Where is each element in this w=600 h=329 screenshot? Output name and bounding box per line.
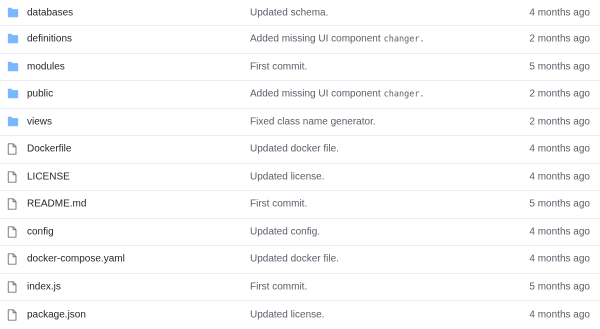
commit-message-link[interactable]: Updated schema. — [250, 7, 331, 18]
commit-message-text: Updated docker file. — [250, 253, 339, 265]
commit-age: 4 months ago — [529, 7, 590, 18]
commit-age: 2 months ago — [529, 116, 590, 128]
file-name-link[interactable]: modules — [27, 61, 65, 72]
commit-message-text: First commit. — [250, 281, 308, 293]
commit-age: 4 months ago — [529, 171, 590, 183]
commit-message-code: changer. — [383, 34, 425, 45]
file-name-link[interactable]: config — [27, 226, 54, 237]
file-list: databases Updated schema. 4 months ago d… — [0, 0, 600, 328]
commit-age: 4 months ago — [529, 226, 590, 238]
commit-message-text: First commit. — [250, 61, 308, 73]
file-row[interactable]: modules First commit. 5 months ago — [0, 54, 600, 81]
file-row[interactable]: Dockerfile Updated docker file. 4 months… — [0, 136, 600, 164]
file-name-link[interactable]: LICENSE — [27, 171, 70, 182]
file-row[interactable]: LICENSE Updated license. 4 months ago — [0, 164, 600, 191]
file-row[interactable]: config Updated config. 4 months ago — [0, 219, 600, 246]
commit-message-link[interactable]: Updated docker file. — [250, 254, 342, 265]
commit-age: 4 months ago — [529, 143, 590, 155]
commit-message-text: Updated docker file. — [250, 143, 339, 155]
commit-message-link[interactable]: Added missing UI component changer. — [250, 34, 425, 45]
folder-icon — [7, 88, 19, 100]
file-name-link[interactable]: views — [27, 116, 52, 127]
file-name-link[interactable]: index.js — [27, 281, 61, 292]
commit-message-link[interactable]: Updated license. — [250, 171, 328, 182]
file-icon — [7, 143, 19, 155]
commit-age: 5 months ago — [529, 281, 590, 293]
folder-icon — [7, 116, 19, 128]
file-icon — [7, 198, 19, 210]
file-icon — [7, 253, 19, 265]
commit-age: 5 months ago — [529, 61, 590, 73]
commit-message-link[interactable]: Updated config. — [250, 226, 323, 237]
commit-message-text: Updated config. — [250, 226, 321, 238]
file-name-link[interactable]: README.md — [27, 199, 86, 210]
folder-icon — [7, 61, 19, 73]
folder-icon — [7, 7, 19, 19]
file-row[interactable]: index.js First commit. 5 months ago — [0, 274, 600, 301]
commit-message-code: changer. — [383, 89, 425, 100]
commit-message-link[interactable]: First commit. — [250, 61, 310, 72]
commit-message-text: Updated license. — [250, 309, 325, 321]
file-row[interactable]: views Fixed class name generator. 2 mont… — [0, 109, 600, 136]
file-icon — [7, 226, 19, 238]
commit-message-text: Updated schema. — [250, 7, 329, 18]
file-name-link[interactable]: package.json — [27, 309, 86, 320]
commit-age: 4 months ago — [529, 309, 590, 321]
file-icon — [7, 309, 19, 321]
commit-message-link[interactable]: Updated docker file. — [250, 144, 342, 155]
file-row[interactable]: docker-compose.yaml Updated docker file.… — [0, 246, 600, 274]
commit-message-link[interactable]: Fixed class name generator. — [250, 116, 379, 127]
commit-message-text: Added missing UI component — [250, 88, 381, 100]
commit-message-link[interactable]: First commit. — [250, 199, 310, 210]
commit-message-link[interactable]: Added missing UI component changer. — [250, 89, 425, 100]
file-name-link[interactable]: public — [27, 89, 53, 100]
commit-message-link[interactable]: First commit. — [250, 281, 310, 292]
commit-age: 5 months ago — [529, 198, 590, 210]
commit-message-link[interactable]: Updated license. — [250, 309, 328, 320]
file-name-link[interactable]: docker-compose.yaml — [27, 254, 125, 265]
file-row[interactable]: package.json Updated license. 4 months a… — [0, 301, 600, 329]
commit-message-text: Updated license. — [250, 171, 325, 183]
file-name-link[interactable]: Dockerfile — [27, 144, 71, 155]
file-icon — [7, 281, 19, 293]
commit-age: 2 months ago — [529, 33, 590, 45]
file-row[interactable]: README.md First commit. 5 months ago — [0, 191, 600, 219]
file-name-link[interactable]: definitions — [27, 34, 72, 45]
file-name-link[interactable]: databases — [27, 7, 73, 18]
file-icon — [7, 171, 19, 183]
commit-age: 2 months ago — [529, 88, 590, 100]
commit-message-text: Fixed class name generator. — [250, 116, 376, 128]
commit-message-text: First commit. — [250, 198, 308, 210]
file-row[interactable]: definitions Added missing UI component ch… — [0, 26, 600, 54]
commit-message-text: Added missing UI component — [250, 33, 381, 45]
file-row[interactable]: databases Updated schema. 4 months ago — [0, 0, 600, 26]
folder-icon — [7, 33, 19, 45]
file-row[interactable]: public Added missing UI component changer… — [0, 81, 600, 109]
commit-age: 4 months ago — [529, 253, 590, 265]
